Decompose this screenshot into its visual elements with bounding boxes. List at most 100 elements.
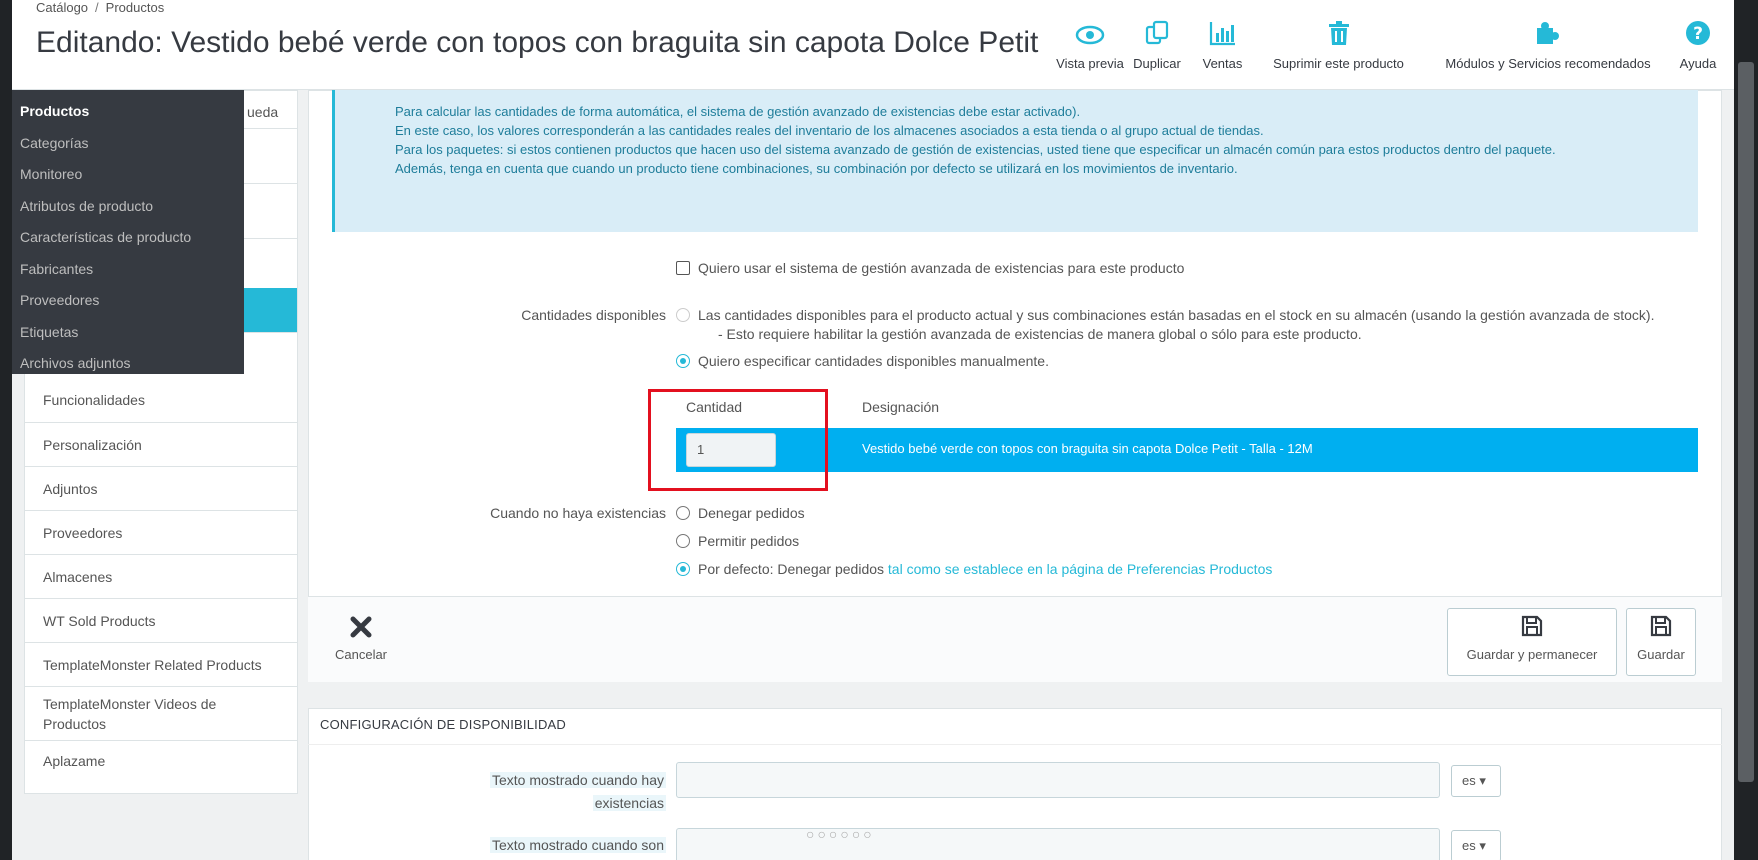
- save-label: Guardar: [1637, 647, 1685, 662]
- breadcrumb-catalog[interactable]: Catálogo: [36, 0, 88, 15]
- menu-item-attributes[interactable]: Atributos de producto: [12, 191, 244, 223]
- advanced-stock-checkbox[interactable]: [676, 261, 690, 275]
- out-of-stock-label: Cuando no haya existencias: [490, 505, 666, 521]
- info-line: Para los paquetes: si estos contienen pr…: [395, 142, 1556, 157]
- breadcrumb: Catálogo / Productos: [36, 0, 164, 18]
- sidebar-tab-suppliers[interactable]: Proveedores: [25, 511, 297, 555]
- sales-button[interactable]: Ventas: [1195, 18, 1250, 80]
- help-icon: ?: [1674, 18, 1722, 56]
- sidebar-tab-label: Almacenes: [43, 568, 113, 585]
- menu-item-features[interactable]: Características de producto: [12, 222, 244, 254]
- available-quantities-label: Cantidades disponibles: [521, 307, 666, 323]
- backorder-text-input[interactable]: [676, 828, 1440, 860]
- in-stock-text-label-line1: Texto mostrado cuando hay: [490, 772, 666, 788]
- preferences-link[interactable]: tal como se establece en la página de Pr…: [888, 561, 1272, 577]
- menu-item-manufacturers[interactable]: Fabricantes: [12, 254, 244, 286]
- sidebar-tab-warehouses[interactable]: Almacenes: [25, 555, 297, 599]
- default-orders-radio[interactable]: [676, 562, 690, 576]
- sidebar-tab-wt-sold-products[interactable]: WT Sold Products: [25, 599, 297, 643]
- language-value: es: [1462, 773, 1476, 788]
- divider: [308, 744, 1722, 745]
- sidebar-tab-related-products[interactable]: TemplateMonster Related Products: [25, 643, 297, 687]
- sidebar-tab-features[interactable]: Funcionalidades: [25, 378, 297, 423]
- sidebar-tab-attachments[interactable]: Adjuntos: [25, 467, 297, 511]
- delete-product-button[interactable]: Suprimir este producto: [1261, 18, 1416, 80]
- language-dropdown[interactable]: es ▾: [1451, 830, 1501, 860]
- menu-item-categories[interactable]: Categorías: [12, 128, 244, 160]
- sidebar-tab-label: TemplateMonster Videos de Productos: [43, 695, 217, 732]
- copy-icon: [1127, 18, 1187, 56]
- trash-icon: [1261, 18, 1416, 56]
- breadcrumb-products[interactable]: Productos: [106, 0, 165, 15]
- info-line: Además, tenga en cuenta que cuando un pr…: [395, 161, 1238, 176]
- sidebar-tab-label: Proveedores: [43, 524, 123, 541]
- quantities-auto-radio[interactable]: [676, 308, 690, 322]
- help-button[interactable]: ? Ayuda: [1674, 18, 1722, 80]
- caret-down-icon: ▾: [1479, 838, 1486, 853]
- close-icon: [327, 609, 395, 647]
- advanced-stock-label: Quiero usar el sistema de gestión avanza…: [698, 260, 1185, 276]
- cancel-label: Cancelar: [334, 647, 388, 662]
- info-alert: Para calcular las cantidades de forma au…: [332, 90, 1698, 232]
- designation-column-header: Designación: [862, 399, 940, 415]
- quantities-auto-note: - Esto requiere habilitar la gestión ava…: [718, 326, 1362, 342]
- save-button[interactable]: Guardar: [1626, 608, 1696, 676]
- quantities-manual-radio[interactable]: [676, 354, 690, 368]
- scrollbar-thumb[interactable]: [1738, 62, 1754, 782]
- deny-orders-option[interactable]: Denegar pedidos: [676, 505, 805, 521]
- quantities-manual-option[interactable]: Quiero especificar cantidades disponible…: [676, 353, 1049, 369]
- quantities-manual-label: Quiero especificar cantidades disponible…: [698, 353, 1049, 369]
- sidebar-tab-partial-label: ueda: [247, 104, 279, 120]
- availability-panel-title: CONFIGURACIÓN DE DISPONIBILIDAD: [320, 717, 567, 732]
- catalog-submenu: Productos Categorías Monitoreo Atributos…: [12, 90, 244, 374]
- bar-chart-icon: [1195, 18, 1250, 56]
- menu-item-tags[interactable]: Etiquetas: [12, 317, 244, 349]
- deny-orders-label: Denegar pedidos: [698, 505, 805, 521]
- emoji-loader-icons: ○○○○○○: [806, 826, 875, 842]
- in-stock-text-input[interactable]: [676, 762, 1440, 798]
- recommended-modules-label: Módulos y Servicios recomendados: [1445, 56, 1651, 71]
- menu-item-suppliers[interactable]: Proveedores: [12, 285, 244, 317]
- floppy-disk-icon: [1448, 609, 1616, 647]
- sidebar-tab-product-videos[interactable]: TemplateMonster Videos de Productos: [25, 687, 297, 741]
- language-dropdown[interactable]: es ▾: [1451, 765, 1501, 797]
- menu-item-products[interactable]: Productos: [12, 96, 244, 128]
- designation-cell: Vestido bebé verde con topos con braguit…: [862, 441, 1313, 456]
- puzzle-icon: [1430, 18, 1666, 56]
- annotation-highlight-box: [648, 389, 828, 491]
- save-and-stay-button[interactable]: Guardar y permanecer: [1447, 608, 1617, 676]
- quantities-auto-label: Las cantidades disponibles para el produ…: [698, 307, 1655, 323]
- breadcrumb-separator: /: [95, 0, 99, 15]
- help-label: Ayuda: [1679, 56, 1717, 71]
- default-orders-option[interactable]: Por defecto: Denegar pedidos tal como se…: [676, 561, 1272, 577]
- page-title: Editando: Vestido bebé verde con topos c…: [36, 26, 1039, 59]
- menu-item-monitoring[interactable]: Monitoreo: [12, 159, 244, 191]
- sales-label: Ventas: [1202, 56, 1243, 71]
- sidebar-tab-label: WT Sold Products: [43, 612, 156, 629]
- sidebar-tab-label: Personalización: [43, 436, 142, 453]
- recommended-modules-button[interactable]: Módulos y Servicios recomendados: [1430, 18, 1666, 80]
- cancel-button[interactable]: Cancelar: [326, 608, 396, 676]
- info-line: En este caso, los valores corresponderán…: [395, 123, 1264, 138]
- svg-text:?: ?: [1693, 24, 1703, 44]
- deny-orders-radio[interactable]: [676, 506, 690, 520]
- in-stock-text-label: Texto mostrado cuando hay existencias: [440, 769, 666, 815]
- allow-orders-option[interactable]: Permitir pedidos: [676, 533, 799, 549]
- info-line: Para calcular las cantidades de forma au…: [395, 104, 1081, 119]
- sidebar-tab-customization[interactable]: Personalización: [25, 423, 297, 467]
- sidebar-tab-aplazame[interactable]: Aplazame: [25, 741, 297, 784]
- eye-icon: [1055, 18, 1125, 56]
- save-and-stay-label: Guardar y permanecer: [1466, 647, 1598, 662]
- advanced-stock-option[interactable]: Quiero usar el sistema de gestión avanza…: [676, 260, 1184, 276]
- sidebar-tab-label: Funcionalidades: [43, 392, 145, 408]
- preview-button[interactable]: Vista previa: [1055, 18, 1125, 80]
- in-stock-text-label-line2: existencias: [592, 795, 666, 811]
- left-dark-strip: [0, 0, 12, 860]
- backorder-text-label-line1: Texto mostrado cuando son: [490, 837, 666, 853]
- allow-orders-radio[interactable]: [676, 534, 690, 548]
- quantities-auto-option[interactable]: Las cantidades disponibles para el produ…: [676, 307, 1654, 323]
- delete-product-label: Suprimir este producto: [1273, 56, 1404, 71]
- allow-orders-label: Permitir pedidos: [698, 533, 800, 549]
- duplicate-button[interactable]: Duplicar: [1127, 18, 1187, 80]
- menu-item-attachments[interactable]: Archivos adjuntos: [12, 348, 244, 380]
